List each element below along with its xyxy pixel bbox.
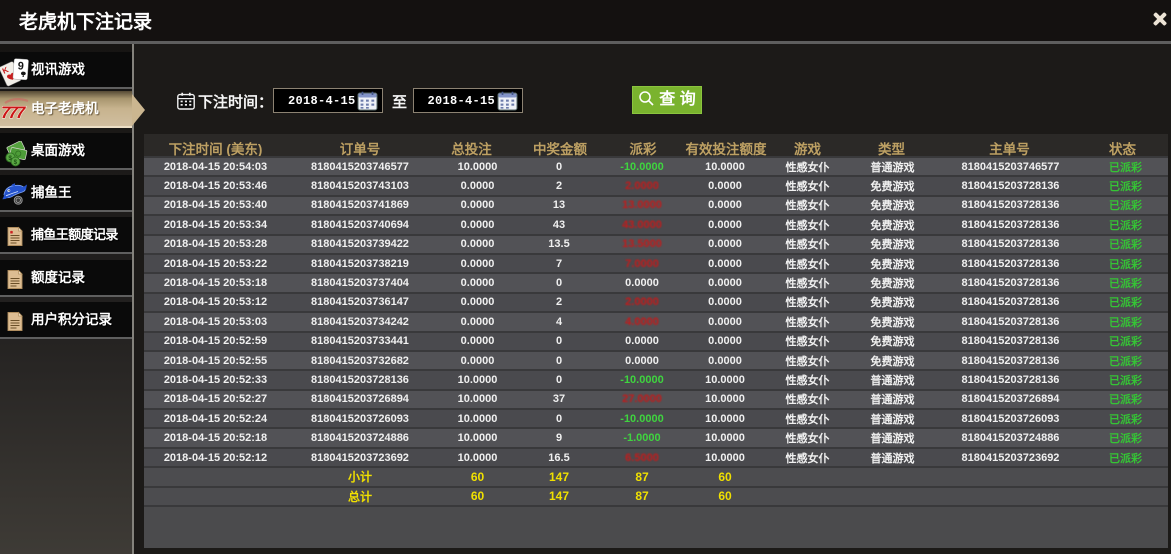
svg-text:9: 9 — [17, 60, 24, 72]
svg-text:$: $ — [14, 159, 18, 166]
svg-text:777: 777 — [2, 103, 27, 122]
